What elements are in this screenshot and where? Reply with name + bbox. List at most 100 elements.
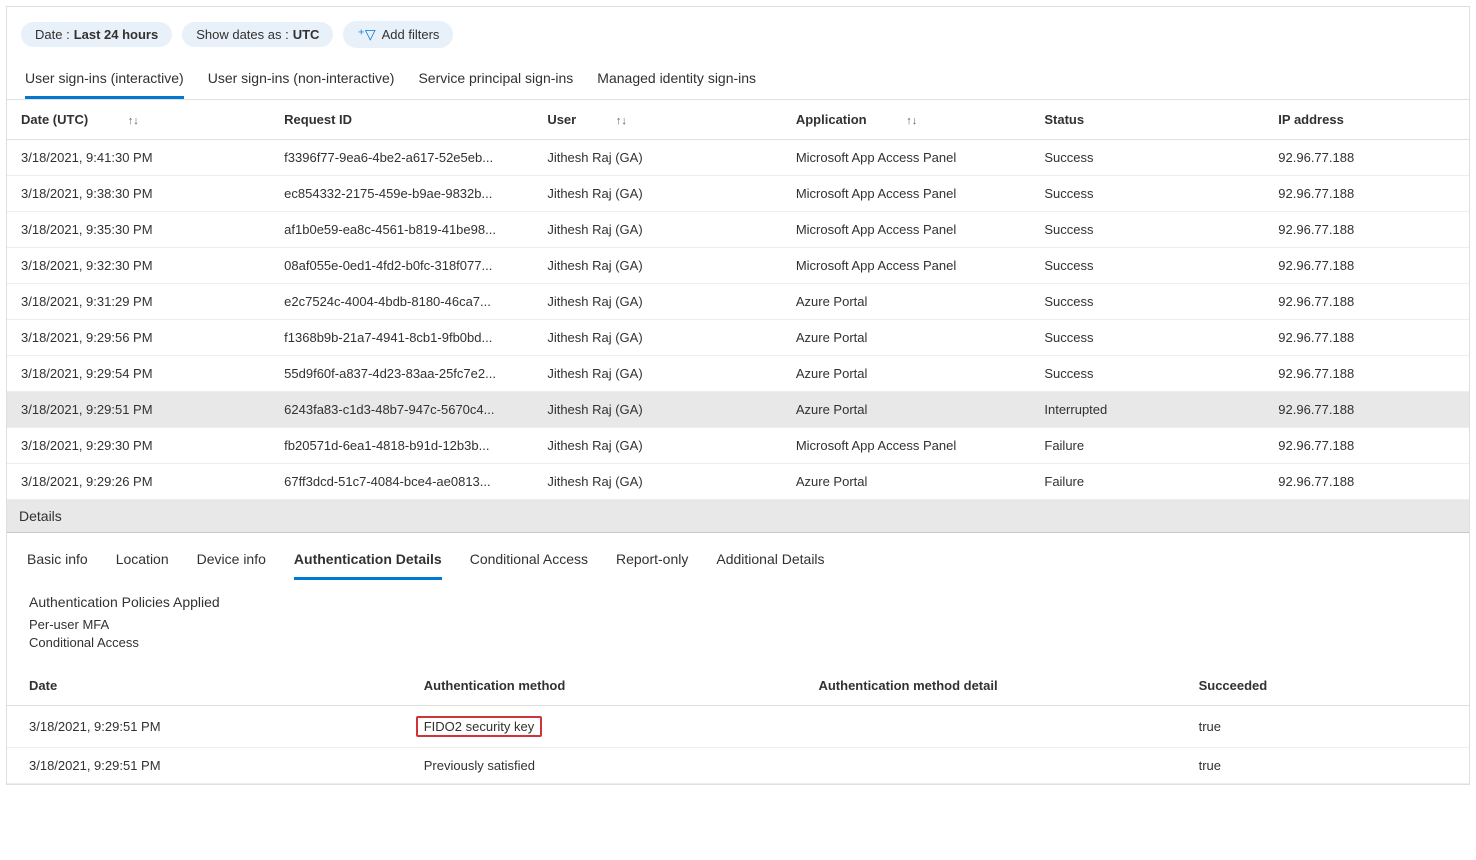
cell-status: Failure [1030,464,1264,500]
cell-user: Jithesh Raj (GA) [533,464,782,500]
col-application[interactable]: Application ↑↓ [782,100,1031,140]
cell-user: Jithesh Raj (GA) [533,320,782,356]
cell-user: Jithesh Raj (GA) [533,176,782,212]
cell-date: 3/18/2021, 9:29:56 PM [7,320,270,356]
auth-col-succeeded: Succeeded [1177,666,1469,706]
cell-ip: 92.96.77.188 [1264,140,1469,176]
cell-date: 3/18/2021, 9:31:29 PM [7,284,270,320]
cell-app: Azure Portal [782,284,1031,320]
cell-ip: 92.96.77.188 [1264,248,1469,284]
cell-req: f3396f77-9ea6-4be2-a617-52e5eb... [270,140,533,176]
filter-date-pill[interactable]: Date : Last 24 hours [21,22,172,47]
cell-user: Jithesh Raj (GA) [533,248,782,284]
filter-showas-pill[interactable]: Show dates as : UTC [182,22,333,47]
cell-req: ec854332-2175-459e-b9ae-9832b... [270,176,533,212]
cell-ip: 92.96.77.188 [1264,212,1469,248]
cell-app: Microsoft App Access Panel [782,248,1031,284]
cell-date: 3/18/2021, 9:29:54 PM [7,356,270,392]
auth-row[interactable]: 3/18/2021, 9:29:51 PMFIDO2 security key t… [7,706,1469,748]
table-row[interactable]: 3/18/2021, 9:29:54 PM55d9f60f-a837-4d23-… [7,356,1469,392]
auth-cell-succeeded: true [1177,748,1469,784]
filter-date-value: Last 24 hours [74,27,159,42]
signin-table: Date (UTC) ↑↓ Request ID User ↑↓ Applica… [7,100,1469,500]
details-tab-conditional-access[interactable]: Conditional Access [470,551,588,580]
sort-icon[interactable]: ↑↓ [128,115,139,127]
cell-req: f1368b9b-21a7-4941-8cb1-9fb0bd... [270,320,533,356]
col-date[interactable]: Date (UTC) ↑↓ [7,100,270,140]
cell-date: 3/18/2021, 9:29:51 PM [7,392,270,428]
cell-status: Failure [1030,428,1264,464]
table-row[interactable]: 3/18/2021, 9:29:51 PM6243fa83-c1d3-48b7-… [7,392,1469,428]
table-row[interactable]: 3/18/2021, 9:41:30 PMf3396f77-9ea6-4be2-… [7,140,1469,176]
table-row[interactable]: 3/18/2021, 9:31:29 PMe2c7524c-4004-4bdb-… [7,284,1469,320]
cell-app: Microsoft App Access Panel [782,176,1031,212]
table-row[interactable]: 3/18/2021, 9:32:30 PM08af055e-0ed1-4fd2-… [7,248,1469,284]
tab-managed-identity-sign-ins[interactable]: Managed identity sign-ins [597,64,756,99]
details-tab-basic-info[interactable]: Basic info [27,551,88,580]
col-request-id[interactable]: Request ID [270,100,533,140]
cell-user: Jithesh Raj (GA) [533,356,782,392]
details-tab-device-info[interactable]: Device info [197,551,266,580]
policy-line: Conditional Access [29,634,1447,652]
cell-req: 55d9f60f-a837-4d23-83aa-25fc7e2... [270,356,533,392]
details-tab-authentication-details[interactable]: Authentication Details [294,551,442,580]
details-tab-report-only[interactable]: Report-only [616,551,688,580]
cell-req: fb20571d-6ea1-4818-b91d-12b3b... [270,428,533,464]
col-ip[interactable]: IP address [1264,100,1469,140]
main-tabs: User sign-ins (interactive) User sign-ins… [7,58,1469,100]
policies-title: Authentication Policies Applied [29,594,1447,610]
cell-user: Jithesh Raj (GA) [533,428,782,464]
tab-user-sign-ins-non-interactive-[interactable]: User sign-ins (non-interactive) [208,64,395,99]
filter-showas-value: UTC [293,27,320,42]
table-row[interactable]: 3/18/2021, 9:29:26 PM67ff3dcd-51c7-4084-… [7,464,1469,500]
table-row[interactable]: 3/18/2021, 9:29:56 PMf1368b9b-21a7-4941-… [7,320,1469,356]
cell-user: Jithesh Raj (GA) [533,140,782,176]
auth-col-method: Authentication method [402,666,797,706]
sort-icon[interactable]: ↑↓ [616,115,627,127]
cell-ip: 92.96.77.188 [1264,176,1469,212]
cell-req: 6243fa83-c1d3-48b7-947c-5670c4... [270,392,533,428]
col-user[interactable]: User ↑↓ [533,100,782,140]
auth-cell-date: 3/18/2021, 9:29:51 PM [7,706,402,748]
tab-user-sign-ins-interactive-[interactable]: User sign-ins (interactive) [25,64,184,99]
cell-app: Microsoft App Access Panel [782,212,1031,248]
cell-status: Interrupted [1030,392,1264,428]
cell-date: 3/18/2021, 9:41:30 PM [7,140,270,176]
cell-app: Azure Portal [782,464,1031,500]
cell-ip: 92.96.77.188 [1264,392,1469,428]
details-tab-additional-details[interactable]: Additional Details [716,551,824,580]
cell-ip: 92.96.77.188 [1264,320,1469,356]
cell-app: Azure Portal [782,320,1031,356]
cell-app: Azure Portal [782,356,1031,392]
auth-cell-method: Previously satisfied [402,748,797,784]
auth-row[interactable]: 3/18/2021, 9:29:51 PMPreviously satisfie… [7,748,1469,784]
cell-status: Success [1030,248,1264,284]
table-row[interactable]: 3/18/2021, 9:29:30 PMfb20571d-6ea1-4818-… [7,428,1469,464]
auth-cell-detail [796,706,1176,748]
cell-date: 3/18/2021, 9:38:30 PM [7,176,270,212]
policy-line: Per-user MFA [29,616,1447,634]
cell-req: e2c7524c-4004-4bdb-8180-46ca7... [270,284,533,320]
filter-bar: Date : Last 24 hours Show dates as : UTC… [7,7,1469,58]
details-tab-location[interactable]: Location [116,551,169,580]
cell-status: Success [1030,320,1264,356]
cell-status: Success [1030,212,1264,248]
table-row[interactable]: 3/18/2021, 9:35:30 PMaf1b0e59-ea8c-4561-… [7,212,1469,248]
add-filters-pill[interactable]: ⁺▽ Add filters [343,21,453,48]
col-status[interactable]: Status [1030,100,1264,140]
auth-cell-method: FIDO2 security key [402,706,797,748]
cell-user: Jithesh Raj (GA) [533,212,782,248]
table-row[interactable]: 3/18/2021, 9:38:30 PMec854332-2175-459e-… [7,176,1469,212]
cell-ip: 92.96.77.188 [1264,428,1469,464]
cell-date: 3/18/2021, 9:35:30 PM [7,212,270,248]
details-header: Details [7,500,1469,533]
add-filters-label: Add filters [382,27,440,42]
filter-showas-label: Show dates as : [196,27,289,42]
cell-req: 67ff3dcd-51c7-4084-bce4-ae0813... [270,464,533,500]
auth-cell-succeeded: true [1177,706,1469,748]
policies-block: Authentication Policies Applied Per-user… [7,580,1469,656]
sort-icon[interactable]: ↑↓ [906,115,917,127]
tab-service-principal-sign-ins[interactable]: Service principal sign-ins [418,64,573,99]
cell-status: Success [1030,356,1264,392]
auth-cell-detail [796,748,1176,784]
